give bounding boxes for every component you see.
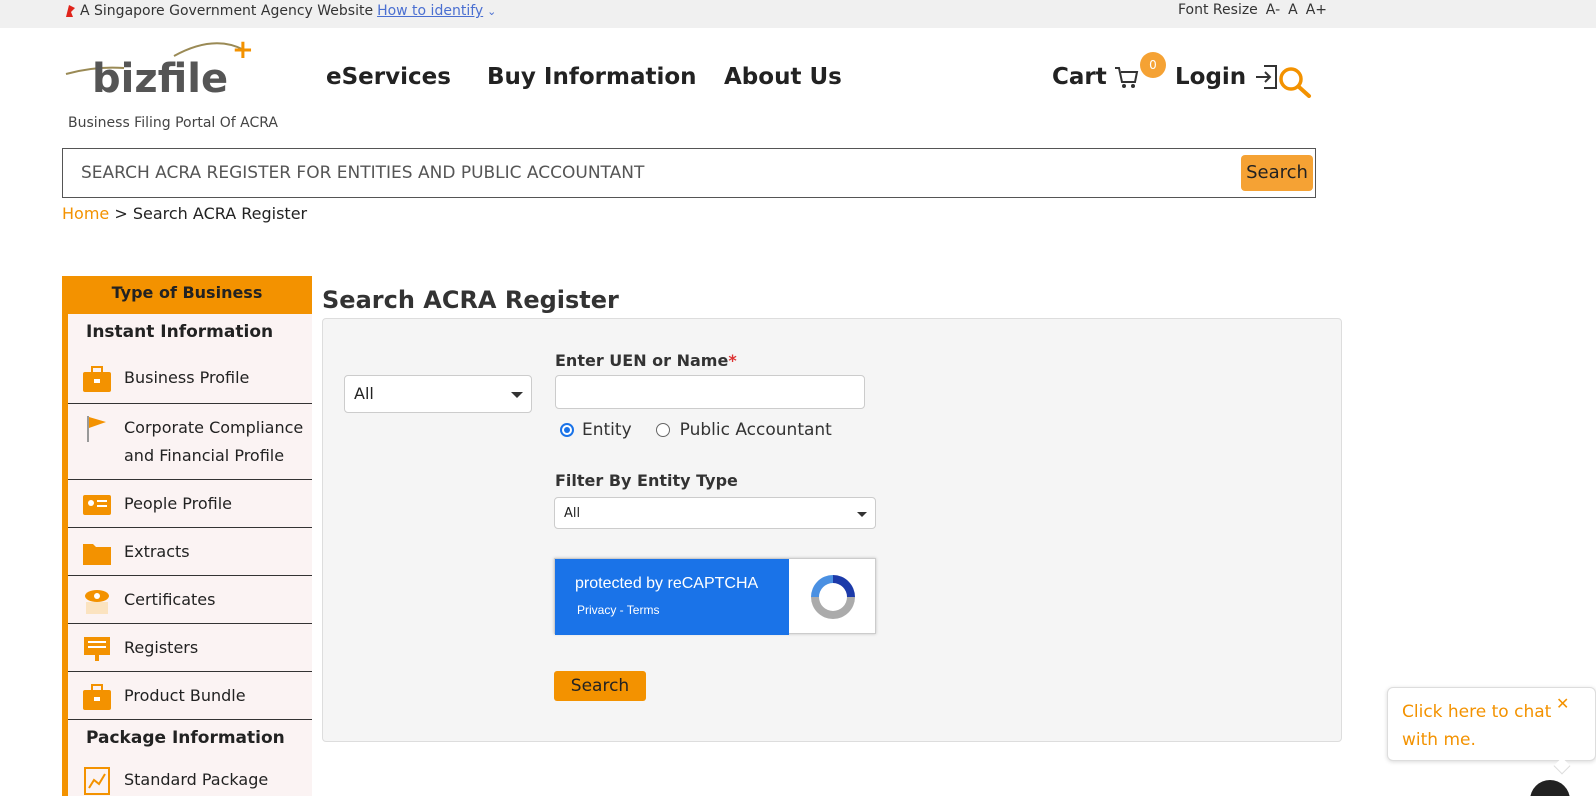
folder-icon [82, 538, 112, 568]
sidebar-item-registers[interactable]: Registers [68, 624, 312, 672]
entity-radio-label: Entity [582, 420, 632, 440]
breadcrumb-current: Search ACRA Register [133, 204, 307, 223]
logo-tagline: Business Filing Portal Of ACRA [68, 115, 278, 131]
entity-radio[interactable] [560, 423, 574, 437]
sidebar-item-label: Product Bundle [124, 682, 246, 710]
chat-avatar-button[interactable] [1530, 780, 1570, 796]
sidebar-item-label: Registers [124, 634, 198, 662]
page-title: Search ACRA Register [322, 286, 619, 314]
sidebar-item-label: Certificates [124, 586, 215, 614]
chart-icon [82, 766, 112, 796]
briefcase-icon [82, 364, 112, 394]
sidebar-item-label: People Profile [124, 490, 232, 518]
gov-banner-text: A Singapore Government Agency Website [80, 3, 373, 19]
sidebar-item-corporate-compliance[interactable]: Corporate Compliance and Financial Profi… [68, 404, 312, 480]
how-to-identify-link[interactable]: How to identify [377, 3, 483, 19]
nav-buy-information[interactable]: Buy Information [487, 64, 697, 90]
font-increase-button[interactable]: A+ [1306, 2, 1327, 18]
briefcase-icon [82, 682, 112, 712]
chat-close-button[interactable]: ✕ [1556, 694, 1569, 713]
entity-type-value: All [564, 506, 580, 521]
breadcrumb-separator: > [114, 204, 127, 223]
sidebar-item-business-profile[interactable]: Business Profile [68, 354, 312, 404]
font-reset-button[interactable]: A [1288, 2, 1298, 18]
font-resize: Font Resize A- A A+ [1178, 2, 1327, 18]
sidebar-title: Type of Business Information [62, 276, 312, 314]
cart-label: Cart [1052, 64, 1107, 90]
cart-button[interactable]: Cart [1052, 64, 1139, 90]
recaptcha-text-area: protected by reCAPTCHA Privacy - Terms [555, 559, 789, 635]
register-search-input[interactable] [63, 149, 1233, 197]
public-accountant-radio[interactable] [656, 423, 670, 437]
sidebar-body: Instant Information Business Profile Cor… [68, 314, 312, 796]
sidebar-item-extracts[interactable]: Extracts [68, 528, 312, 576]
register-icon [82, 634, 112, 664]
sidebar-item-product-bundle[interactable]: Product Bundle [68, 672, 312, 720]
login-icon [1254, 64, 1278, 90]
recaptcha-title: protected by reCAPTCHA [575, 575, 758, 593]
sidebar-item-label: Standard Package [124, 766, 268, 794]
business-info-sidebar: Type of Business Information Instant Inf… [62, 276, 312, 796]
chevron-down-icon[interactable]: ⌄ [487, 5, 496, 18]
uen-name-input[interactable] [555, 375, 865, 409]
chat-tail [1554, 758, 1571, 775]
cart-count-badge: 0 [1140, 52, 1166, 78]
register-search-bar: Search [62, 148, 1316, 198]
bizfile-logo[interactable]: bizfile + [64, 36, 254, 106]
dropdown-arrow-icon [511, 392, 523, 398]
nav-eservices[interactable]: eServices [326, 64, 451, 90]
font-resize-label: Font Resize [1178, 2, 1258, 18]
lion-head-icon [64, 4, 76, 18]
recaptcha-logo-icon [805, 569, 861, 625]
sidebar-item-label: Extracts [124, 538, 190, 566]
entity-type-select[interactable]: All [554, 497, 876, 529]
required-mark: * [728, 351, 736, 370]
breadcrumb-home-link[interactable]: Home [62, 204, 109, 223]
register-search-button[interactable]: Search [1241, 155, 1313, 191]
nav-about-us[interactable]: About Us [724, 64, 842, 90]
sidebar-item-label: Corporate Compliance and Financial Profi… [124, 414, 304, 470]
font-decrease-button[interactable]: A- [1266, 2, 1280, 18]
certificate-icon [82, 586, 112, 616]
gov-banner-left: A Singapore Government Agency Website Ho… [64, 3, 496, 19]
public-accountant-radio-label: Public Accountant [680, 420, 832, 440]
search-type-select[interactable]: All [344, 375, 532, 413]
sidebar-section-package: Package Information [86, 728, 285, 748]
dropdown-arrow-icon [857, 512, 867, 517]
search-scope-radios: Entity Public Accountant [560, 420, 832, 440]
sidebar-section-instant: Instant Information [86, 322, 273, 342]
search-icon[interactable] [1278, 66, 1312, 98]
flag-icon [82, 414, 112, 444]
id-card-icon [82, 490, 112, 520]
sidebar-item-people-profile[interactable]: People Profile [68, 480, 312, 528]
breadcrumb: Home > Search ACRA Register [62, 204, 307, 223]
search-type-value: All [354, 384, 374, 403]
login-button[interactable]: Login [1175, 64, 1278, 90]
chat-prompt-link[interactable]: Click here to chat with me. [1402, 698, 1552, 754]
sidebar-item-label: Business Profile [124, 364, 249, 392]
chat-popup: Click here to chat with me. ✕ [1387, 687, 1596, 761]
sidebar-item-standard-package[interactable]: Standard Package [68, 758, 312, 796]
recaptcha-badge[interactable]: protected by reCAPTCHA Privacy - Terms [554, 558, 876, 634]
uen-field-label: Enter UEN or Name* [555, 351, 737, 370]
search-submit-button[interactable]: Search [554, 671, 646, 701]
filter-entity-type-label: Filter By Entity Type [555, 471, 738, 490]
cart-icon [1113, 64, 1139, 90]
sidebar-item-certificates[interactable]: Certificates [68, 576, 312, 624]
svg-text:+: + [232, 36, 254, 65]
gov-banner: A Singapore Government Agency Website Ho… [0, 0, 1596, 28]
login-label: Login [1175, 64, 1246, 90]
recaptcha-links[interactable]: Privacy - Terms [577, 603, 659, 617]
logo-text: bizfile [92, 56, 228, 102]
